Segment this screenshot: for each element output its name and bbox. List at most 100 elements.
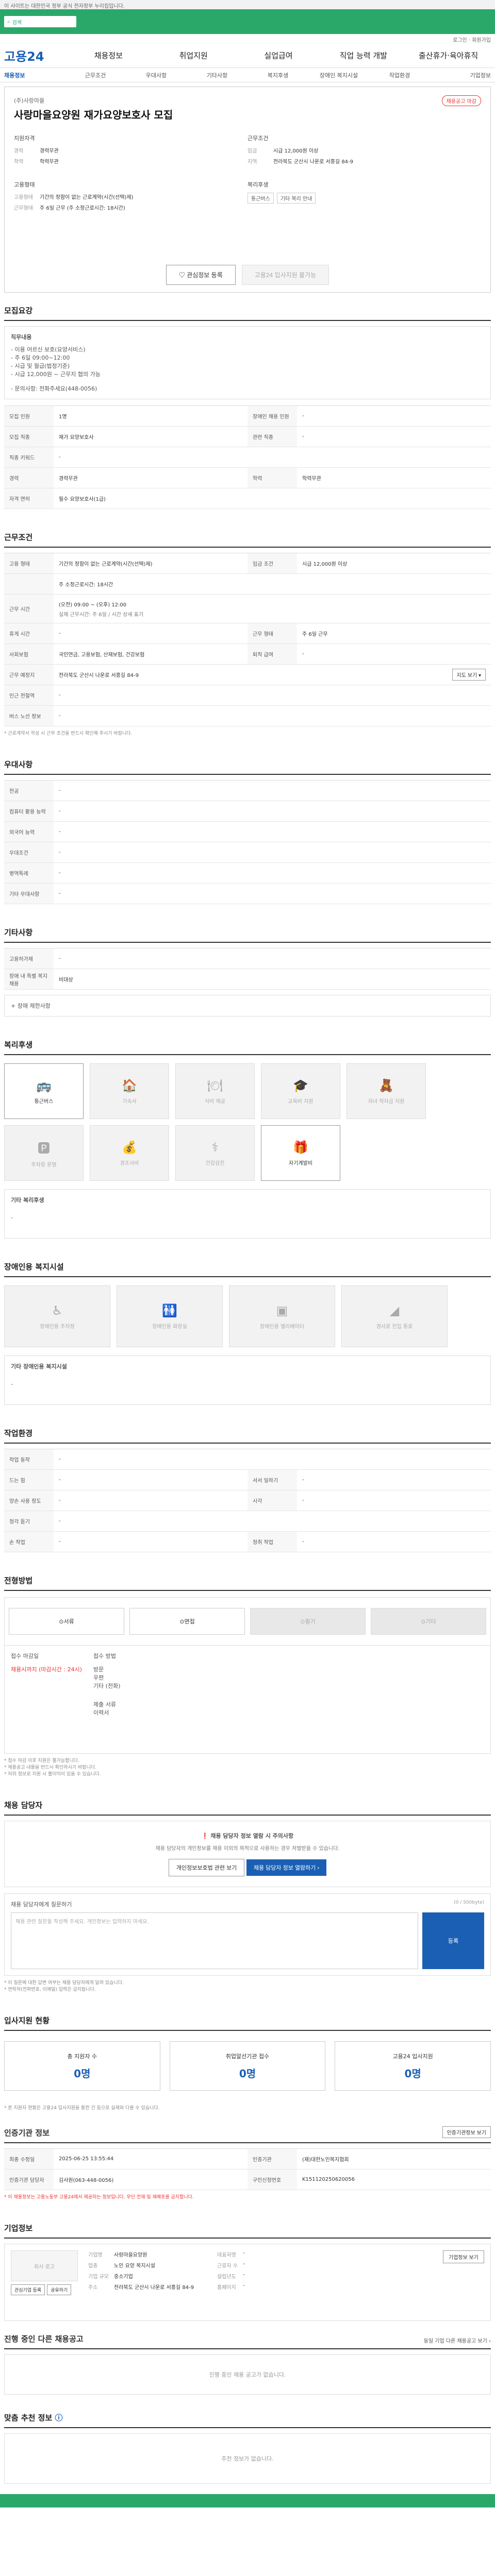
facility-card: ◢ 경사로 진입 통로 (341, 1285, 448, 1347)
row-value: - (59, 1518, 61, 1524)
etc-table: 고용허가제 - 장애 내 특별 복지 채용 비대상 (4, 948, 491, 990)
disability-limit-toggle[interactable]: + 장애 제한사항 (4, 995, 491, 1016)
cert-info-button[interactable]: 인증기관정보 보기 (442, 2126, 491, 2138)
deadline-value: 채용시까지 (마감시간 : 24시) (11, 1666, 82, 1673)
disabled-section-title: 장애인용 복지시설 (4, 1249, 491, 1277)
tab-recruit[interactable]: 채용정보 (4, 71, 65, 79)
row-header: 학력 (248, 468, 297, 488)
welfare-summary: 복리후생 통근버스 기타 복리 안내 (248, 180, 481, 214)
gnb-item-jobs[interactable]: 채용정보 (66, 50, 151, 61)
contact-box: ❗ 채용 담당자 정보 열람 시 주의사항 채용 담당자의 개인정보를 채용 이… (4, 1821, 491, 1887)
company-name[interactable]: (주)사랑마을 (14, 96, 481, 105)
welfare-label: 기숙사 (122, 1098, 137, 1105)
form-summary-title: 고용형태 (14, 181, 35, 188)
row-value: - (302, 1477, 304, 1483)
row-value: 경력무관 (59, 476, 78, 482)
duty-line: - 이용 어르신 보호(요양서비스) (11, 346, 86, 353)
tab-env[interactable]: 작업환경 (369, 71, 430, 79)
row-header: 임금 조건 (248, 553, 297, 573)
gnb-item-leave[interactable]: 출산휴가·육아휴직 (406, 50, 491, 61)
info-icon[interactable]: ⓘ (55, 2413, 62, 2422)
gnb-item-unemployment[interactable]: 실업급여 (236, 50, 321, 61)
welfare-card: 🏠 기숙사 (90, 1063, 169, 1119)
company-logo: 회사 로고 (11, 2250, 78, 2281)
company-detail-button[interactable]: 기업정보 보기 (443, 2250, 484, 2263)
facility-label: 경사로 진입 통로 (376, 1324, 413, 1330)
table-row: 자격 면허 필수 요양보호사(1급) (4, 488, 491, 509)
kv-value: - (243, 2283, 245, 2289)
table-row: 모집 인원 1명 장애인 채용 인원 - (4, 406, 491, 427)
row-value: - (59, 891, 61, 896)
edu-icon: 🎓 (293, 1078, 308, 1093)
related-link[interactable]: 동일 기업 다른 채용공고 보기 › (424, 2336, 491, 2344)
kv-key: 근무형태 (14, 206, 33, 211)
follow-company-button[interactable]: 관심기업 등록 (11, 2284, 45, 2295)
status-badge: 채용공고 마감 (441, 95, 481, 106)
check-icon: ⊙ (179, 1618, 185, 1625)
welfare-label: 교육비 지원 (288, 1098, 314, 1105)
welfare-card: 🍽 식비 제공 (175, 1063, 255, 1119)
method-line: 방문 (93, 1666, 104, 1673)
tab-company[interactable]: 기업정보 (430, 71, 491, 79)
row-header: 모집 직종 (4, 427, 54, 447)
row-header: 청각 듣기 (4, 1511, 54, 1531)
welfare-other-value: - (11, 1214, 13, 1221)
map-button-label: 지도 보기 (456, 673, 477, 679)
recommend-section-title: 맞춤 추천 정보 ⓘ (4, 2400, 491, 2428)
table-row: 드는 힘 - 서서 일하기 - (4, 1470, 491, 1490)
heart-icon: ♡ (178, 272, 187, 279)
company-section-title: 기업정보 (4, 2210, 491, 2239)
recruit-section-title: 모집요강 (4, 293, 491, 321)
tab-disabled[interactable]: 장애인 복지시설 (308, 71, 369, 79)
gnb-item-training[interactable]: 직업 능력 개발 (321, 50, 406, 61)
row-header: 근무 시간 (4, 595, 54, 623)
inquiry-textarea[interactable]: 채용 관련 질문을 작성해 주세요. 개인정보는 입력하지 마세요. (11, 1912, 418, 1969)
interest-button[interactable]: ♡ 관심정보 등록 (166, 265, 236, 285)
applicant-counter: 고용24 입사지원 0명 (335, 2041, 491, 2091)
inquiry-submit-button[interactable]: 등록 (422, 1912, 484, 1969)
row-header: 인증기관 (248, 2149, 297, 2169)
tab-etc[interactable]: 기타사항 (187, 71, 248, 79)
workcond-section-title: 근무조건 (4, 519, 491, 548)
search-icon[interactable]: ⌕ (7, 19, 10, 25)
kv-key: 주소 (88, 2285, 98, 2291)
kv-value: 주 6일 근무 (주 소정근로시간: 18시간) (40, 206, 125, 211)
search-input[interactable]: ⌕ 검색 (4, 16, 76, 27)
table-row: 양손 사용 정도 - 시각 - (4, 1490, 491, 1511)
parking-icon: 🅿 (38, 1141, 50, 1156)
related-empty: 진행 중인 채용 공고가 없습니다. (4, 2354, 491, 2395)
kv-key: 지역 (248, 159, 257, 165)
contact-alert: ❗ 채용 담당자 정보 열람 시 주의사항 (15, 1832, 480, 1840)
job-summary-card: (주)사랑마을 사랑마을요양원 재가요양보호사 모집 채용공고 마감 지원자격 … (4, 87, 491, 293)
utility-links[interactable]: 로그인 · 회원가입 (0, 34, 495, 43)
row-value: - (302, 1498, 304, 1503)
duty-line: - 시급 12,000원 ~ 근무지 협의 가능 (11, 371, 101, 378)
login-link[interactable]: 로그인 · 회원가입 (453, 38, 491, 43)
disabled-other: 기타 장애인용 복지시설 - (4, 1355, 491, 1405)
facility-card: ▣ 장애인용 엘리베이터 (229, 1285, 335, 1347)
interest-button-label: 관심정보 등록 (187, 272, 223, 279)
row-header: 장애 내 특별 복지 채용 (4, 969, 54, 989)
share-button[interactable]: 공유하기 (47, 2284, 72, 2295)
tab-pref[interactable]: 우대사항 (126, 71, 187, 79)
apply-button[interactable]: 고용24 입사지원 불가능 (241, 265, 329, 285)
row-value: 주 소정근로시간: 18시간 (59, 582, 113, 588)
facility-card: ♿ 장애인용 주차장 (4, 1285, 110, 1347)
row-header: 근무 형태 (248, 623, 297, 643)
gnb-item-support[interactable]: 취업지원 (151, 50, 236, 61)
row-header: 고용허가제 (4, 948, 54, 969)
show-contact-button[interactable]: 채용 담당자 정보 열람하기 › (246, 1859, 327, 1876)
tab-welfare[interactable]: 복지후생 (248, 71, 308, 79)
welfare-chip: 통근버스 (248, 193, 274, 204)
privacy-law-button[interactable]: 개인정보보호법 관련 보기 (168, 1859, 245, 1876)
welfare-summary-title: 복리후생 (248, 181, 269, 188)
table-row: 외국어 능력 - (4, 822, 491, 842)
row-header: 병역특례 (4, 863, 54, 883)
map-button[interactable]: 지도 보기 ▾ (452, 669, 486, 681)
applicant-counter: 총 지원자 수 0명 (4, 2041, 160, 2091)
site-logo[interactable]: 고용24 (4, 46, 66, 64)
process-section-title: 전형방법 (4, 1563, 491, 1591)
table-row: 인근 전철역 - (4, 685, 491, 706)
tab-workcond[interactable]: 근무조건 (65, 71, 126, 79)
table-row: 전공 - (4, 781, 491, 801)
